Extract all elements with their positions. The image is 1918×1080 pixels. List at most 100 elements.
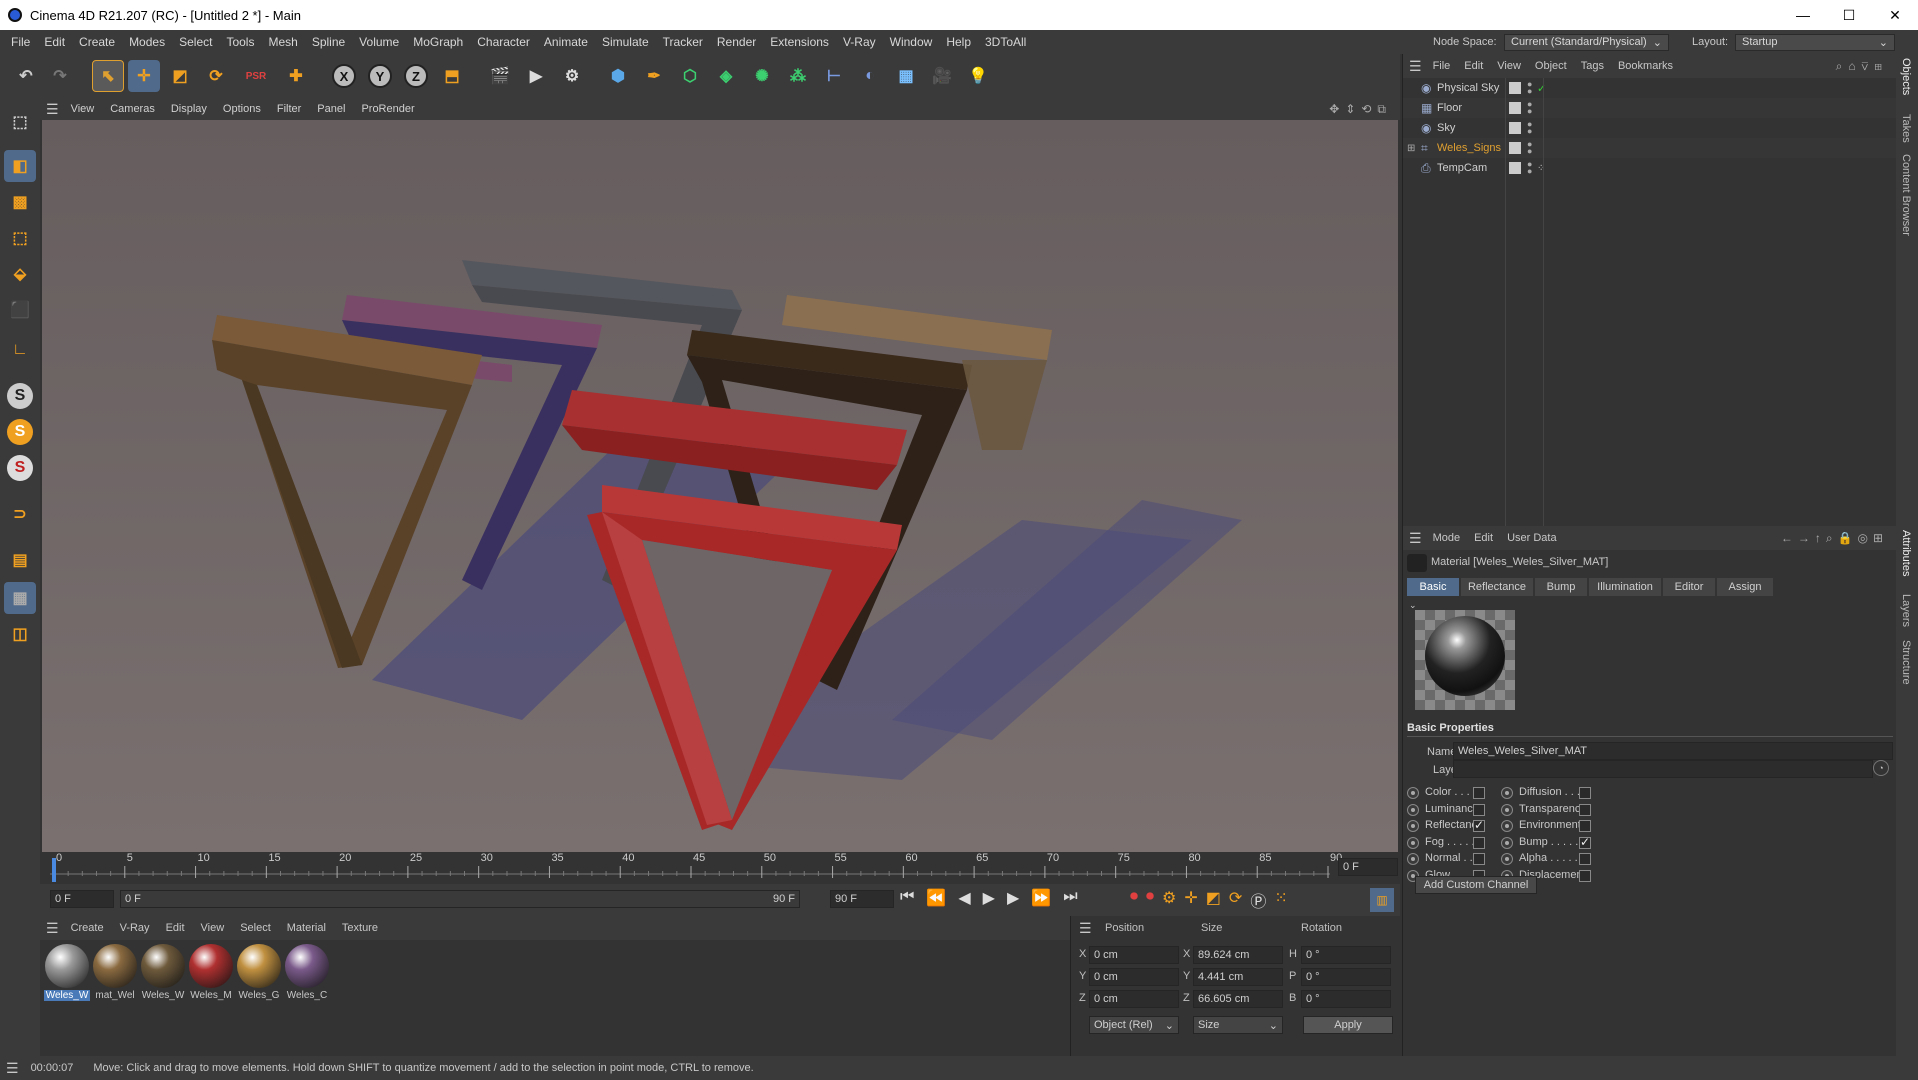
menu-item-3dtoall[interactable]: 3DToAll	[978, 35, 1033, 49]
menu-item-spline[interactable]: Spline	[305, 35, 352, 49]
size-y-field[interactable]: 4.441 cm	[1193, 968, 1283, 986]
object-name[interactable]: Floor	[1437, 102, 1462, 114]
position-x-field[interactable]: 0 cm	[1089, 946, 1179, 964]
object-menu-item-edit[interactable]: Edit	[1457, 60, 1490, 72]
size-z-field[interactable]: 66.605 cm	[1193, 990, 1283, 1008]
material-menu-item-v-ray[interactable]: V-Ray	[112, 922, 158, 934]
timeline-layout-icon[interactable]: ▥	[1370, 888, 1394, 912]
floor-object-icon[interactable]: ▦	[890, 60, 922, 92]
material-slot[interactable]: Weles_W	[140, 944, 186, 1008]
points-mode-icon[interactable]: ⬚	[4, 222, 36, 254]
polygons-mode-icon[interactable]: ⬛	[4, 294, 36, 326]
move-icon[interactable]: ✛	[128, 60, 160, 92]
rotation-p-field[interactable]: 0 °	[1301, 968, 1391, 986]
channel-reflectance-checkbox[interactable]	[1473, 818, 1485, 832]
key-rotation-icon[interactable]: ⟳	[1229, 888, 1242, 912]
tab-takes[interactable]: Takes	[1900, 114, 1912, 143]
extrude-icon[interactable]: ◈	[710, 60, 742, 92]
coordinate-system-icon[interactable]: ⬒	[436, 60, 468, 92]
visibility-dots-icon[interactable]: ● ●	[1527, 120, 1532, 136]
menu-item-select[interactable]: Select	[172, 35, 219, 49]
add-custom-channel-button[interactable]: Add Custom Channel	[1415, 876, 1537, 894]
key-scale-icon[interactable]: ◩	[1206, 888, 1221, 912]
menu-item-help[interactable]: Help	[939, 35, 978, 49]
material-slot[interactable]: Weles_G	[236, 944, 282, 1008]
subdivision-icon[interactable]: ⬡	[674, 60, 706, 92]
workplane-snap-icon[interactable]: S	[4, 452, 36, 484]
add-icon[interactable]: ✚	[280, 60, 312, 92]
tab-assign[interactable]: Assign	[1717, 578, 1773, 596]
material-menu-item-edit[interactable]: Edit	[158, 922, 193, 934]
size-x-field[interactable]: 89.624 cm	[1193, 946, 1283, 964]
material-slot[interactable]: Weles_C	[284, 944, 330, 1008]
viewport-menu-item-cameras[interactable]: Cameras	[102, 103, 163, 115]
channel-color-checkbox[interactable]	[1473, 787, 1485, 799]
x-axis-lock-icon[interactable]: X	[328, 60, 360, 92]
render-to-picture-viewer-icon[interactable]: ▶	[520, 60, 552, 92]
key-param-icon[interactable]: Ⓟ	[1250, 888, 1266, 912]
object-name[interactable]: Sky	[1437, 122, 1455, 134]
channel-radio[interactable]	[1407, 853, 1419, 865]
menu-item-extensions[interactable]: Extensions	[763, 35, 836, 49]
channel-radio[interactable]	[1501, 836, 1513, 849]
viewport-menu-item-display[interactable]: Display	[163, 103, 215, 115]
key-pla-icon[interactable]: ⁙	[1274, 888, 1287, 912]
menu-hamburger-icon[interactable]: ☰	[1409, 530, 1422, 547]
viewport-menu-item-options[interactable]: Options	[215, 103, 269, 115]
minimize-button[interactable]: —	[1780, 0, 1826, 30]
channel-radio[interactable]	[1501, 853, 1513, 865]
viewport-menu-item-panel[interactable]: Panel	[309, 103, 353, 115]
object-name[interactable]: Weles_Signs	[1437, 142, 1501, 154]
visibility-dots-icon[interactable]: ● ●	[1527, 140, 1532, 156]
menu-item-v-ray[interactable]: V-Ray	[836, 35, 883, 49]
tab-attributes[interactable]: Attributes	[1900, 530, 1912, 576]
visibility-dots-icon[interactable]: ● ●	[1527, 80, 1532, 96]
object-menu-item-view[interactable]: View	[1490, 60, 1528, 72]
object-menu-item-file[interactable]: File	[1426, 60, 1458, 72]
camera-tag-icon[interactable]: ⁘	[1537, 163, 1545, 174]
close-button[interactable]: ✕	[1872, 0, 1918, 30]
material-slot[interactable]: Weles_W	[44, 944, 90, 1008]
position-z-field[interactable]: 0 cm	[1089, 990, 1179, 1008]
attr-menu-item-user-data[interactable]: User Data	[1500, 532, 1564, 544]
attr-menu-item-mode[interactable]: Mode	[1426, 532, 1468, 544]
layer-picker-icon[interactable]: ◔	[1873, 760, 1889, 776]
layout-select[interactable]: Startup ⌄	[1735, 33, 1895, 51]
menu-item-render[interactable]: Render	[710, 35, 763, 49]
material-slot[interactable]: mat_Wel	[92, 944, 138, 1008]
viewport-nav-icons[interactable]: ✥⇕⟲⧉	[1329, 102, 1392, 117]
object-manager-tools-icons[interactable]: ⌕⌂⊽⊞	[1836, 59, 1888, 74]
visibility-dots-icon[interactable]: ● ●	[1527, 100, 1532, 116]
key-position-icon[interactable]: ✛	[1184, 888, 1197, 912]
material-menu-item-view[interactable]: View	[193, 922, 233, 934]
menu-item-edit[interactable]: Edit	[37, 35, 72, 49]
texture-mode-icon[interactable]: ▩	[4, 186, 36, 218]
object-menu-item-bookmarks[interactable]: Bookmarks	[1611, 60, 1680, 72]
locked-workplane-icon[interactable]: ▦	[4, 582, 36, 614]
material-menu-item-material[interactable]: Material	[279, 922, 334, 934]
menu-item-volume[interactable]: Volume	[352, 35, 406, 49]
name-field[interactable]: Weles_Weles_Silver_MAT	[1453, 742, 1893, 760]
deformer-icon[interactable]: ⊢	[818, 60, 850, 92]
pen-icon[interactable]: ✒	[638, 60, 670, 92]
menu-hamburger-icon[interactable]: ☰	[1409, 58, 1422, 75]
channel-environment-checkbox[interactable]	[1579, 820, 1591, 832]
tab-structure[interactable]: Structure	[1900, 640, 1912, 685]
menu-item-create[interactable]: Create	[72, 35, 122, 49]
edit-tag-icon[interactable]	[1509, 162, 1521, 174]
next-key-icon[interactable]: ⏩	[1031, 888, 1051, 908]
object-row-tempcam[interactable]: ⎙ TempCam ● ● ⁘	[1403, 158, 1897, 178]
channel-radio[interactable]	[1407, 803, 1419, 816]
tab-reflectance[interactable]: Reflectance	[1461, 578, 1533, 596]
workplane-icon[interactable]: ▤	[4, 544, 36, 576]
tab-content-browser[interactable]: Content Browser	[1900, 154, 1912, 236]
channel-radio[interactable]	[1407, 787, 1419, 799]
mograph-icon[interactable]: ✺	[746, 60, 778, 92]
channel-bump-checkbox[interactable]	[1579, 835, 1591, 849]
menu-item-modes[interactable]: Modes	[122, 35, 172, 49]
layer-field[interactable]	[1453, 760, 1873, 778]
object-row-physical-sky[interactable]: ◉ Physical Sky ● ● ✓	[1403, 78, 1897, 98]
coordinate-mode-select[interactable]: Object (Rel) ⌄	[1089, 1016, 1179, 1034]
render-settings-icon[interactable]: ⚙	[556, 60, 588, 92]
make-editable-icon[interactable]: ⬚	[4, 106, 36, 138]
